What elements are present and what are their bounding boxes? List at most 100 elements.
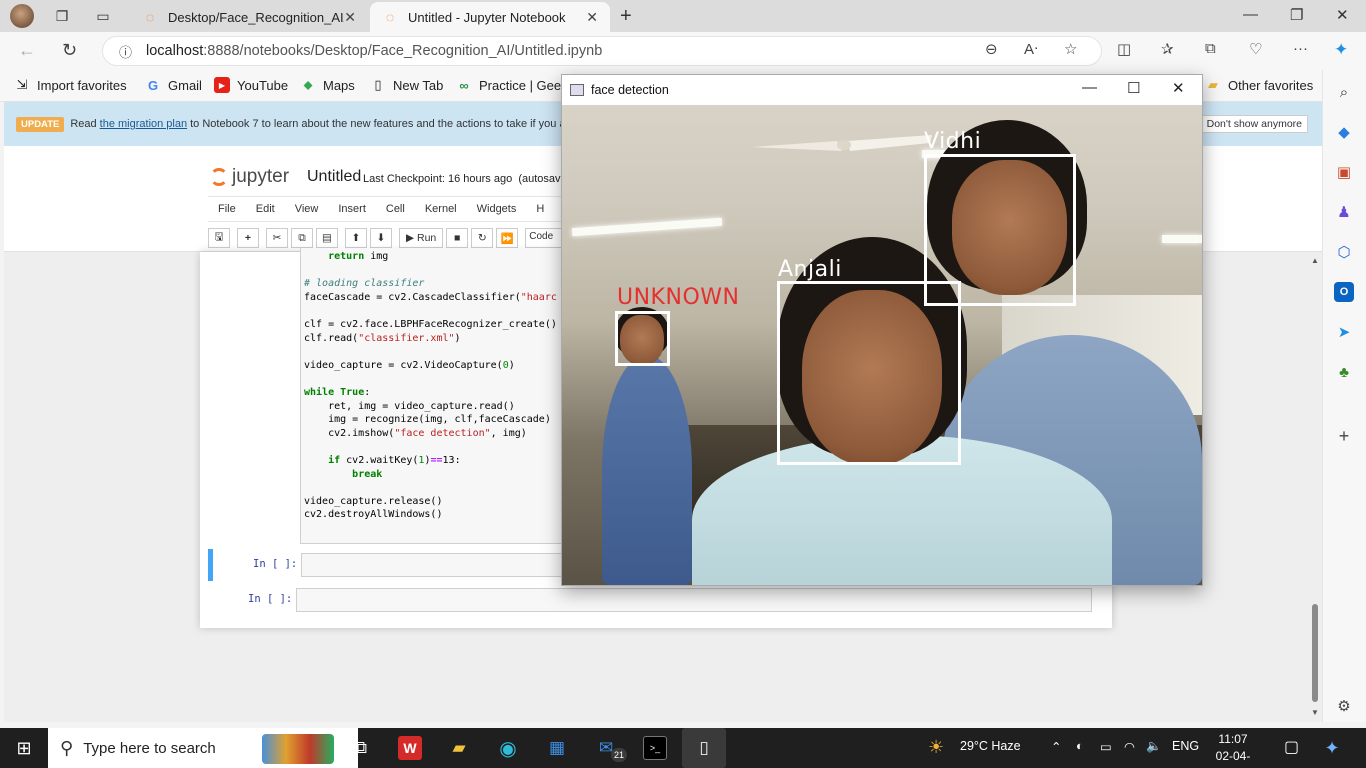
shopping-tag-icon[interactable]: ◆ <box>1334 122 1354 142</box>
battery-icon[interactable]: ▭ <box>1100 739 1112 754</box>
workspaces-icon[interactable]: ❐ <box>51 5 73 27</box>
edge-browser-icon[interactable]: ◉ <box>496 736 520 760</box>
microsoft-365-icon[interactable]: ⬡ <box>1334 242 1354 262</box>
scroll-up-arrow-icon[interactable]: ▲ <box>1311 256 1319 265</box>
copilot-icon[interactable]: ✦ <box>1334 40 1348 60</box>
task-view-icon[interactable]: ⧉ <box>349 736 373 760</box>
jupyter-logo[interactable]: jupyter <box>210 166 289 188</box>
tree-icon[interactable]: ♣ <box>1334 362 1354 382</box>
restore-window-button[interactable]: ❐ <box>1290 6 1303 24</box>
menu-edit[interactable]: Edit <box>246 203 285 215</box>
favorite-label: Other favorites <box>1228 77 1314 93</box>
interrupt-icon[interactable]: ■ <box>446 228 469 248</box>
favorites-icon[interactable]: ✰ <box>1161 40 1174 58</box>
favorite-star-icon[interactable]: ☆ <box>1064 40 1077 58</box>
copy-icon[interactable]: ⧉ <box>291 228 313 248</box>
run-button[interactable]: ▶ Run <box>399 228 444 248</box>
zoom-out-icon[interactable]: ⊖ <box>985 40 998 58</box>
add-sidebar-app-icon[interactable]: + <box>1334 426 1354 446</box>
tab-notebook[interactable]: ◌ Untitled - Jupyter Notebook ✕ <box>370 2 610 32</box>
menu-help[interactable]: H <box>526 203 554 215</box>
tab-actions-icon[interactable]: ▭ <box>92 5 114 27</box>
send-icon[interactable]: ➤ <box>1334 322 1354 342</box>
minimize-window-button[interactable]: — <box>1243 6 1258 23</box>
menu-kernel[interactable]: Kernel <box>415 203 467 215</box>
face-detection-titlebar[interactable]: face detection — ☐ ✕ <box>562 75 1202 105</box>
collections-icon[interactable]: ⧉ <box>1205 40 1216 57</box>
favorite-label: Gmail <box>168 77 202 93</box>
camera-feed: UNKNOWN Anjali Vidhi <box>562 105 1202 585</box>
wps-office-icon[interactable]: W <box>398 736 422 760</box>
favorite-new-tab[interactable]: ▯ New Tab <box>370 77 443 93</box>
close-window-button[interactable]: ✕ <box>1172 79 1185 97</box>
games-icon[interactable]: ♟ <box>1334 202 1354 222</box>
volume-icon[interactable]: 🔈 <box>1146 739 1162 754</box>
page-scrollbar[interactable]: ▲ ▼ <box>1308 254 1322 720</box>
back-arrow-icon[interactable]: ← <box>18 40 36 61</box>
address-field[interactable]: ⓘ localhost:8888/notebooks/Desktop/Face_… <box>102 36 1102 66</box>
site-info-icon[interactable]: ⓘ <box>119 42 132 61</box>
read-aloud-icon[interactable]: Aᐧ <box>1024 40 1038 58</box>
profile-avatar[interactable] <box>10 4 34 28</box>
wifi-icon[interactable]: ◠ <box>1124 739 1135 754</box>
scrollbar-thumb[interactable] <box>1312 604 1318 702</box>
settings-gear-icon[interactable]: ⚙ <box>1334 696 1354 716</box>
search-highlight-icon[interactable] <box>262 734 334 764</box>
notebook-title[interactable]: Untitled <box>307 168 361 186</box>
save-icon[interactable]: 🖫 <box>208 228 230 248</box>
cut-icon[interactable]: ✂ <box>266 228 288 248</box>
windows-start-icon[interactable]: ⊞ <box>12 736 36 760</box>
menu-insert[interactable]: Insert <box>328 203 376 215</box>
refresh-icon[interactable]: ↻ <box>62 40 77 61</box>
split-screen-icon[interactable]: ◫ <box>1117 40 1131 58</box>
empty-code-cell[interactable] <box>296 588 1092 612</box>
restart-run-all-icon[interactable]: ⏩ <box>496 228 519 248</box>
menu-file[interactable]: File <box>208 203 246 215</box>
input-language[interactable]: ENG <box>1172 739 1199 753</box>
face-detection-window[interactable]: face detection — ☐ ✕ UNKNOWN Anjali Vidh… <box>561 74 1203 586</box>
migration-plan-link[interactable]: the migration plan <box>100 118 187 130</box>
minimize-window-button[interactable]: — <box>1082 79 1097 96</box>
system-clock[interactable]: 11:07 02-04-2024 <box>1204 731 1262 768</box>
favorite-maps[interactable]: ⬥ Maps <box>300 77 354 93</box>
copilot-taskbar-icon[interactable]: ✦ <box>1320 736 1344 760</box>
menu-view[interactable]: View <box>285 203 329 215</box>
weather-text[interactable]: 29°C Haze <box>960 739 1021 753</box>
scroll-down-arrow-icon[interactable]: ▼ <box>1311 708 1319 717</box>
outlook-icon[interactable]: O <box>1334 282 1354 302</box>
notebook-cell[interactable]: In [ ]: <box>208 584 1104 616</box>
tools-briefcase-icon[interactable]: ▣ <box>1334 162 1354 182</box>
menu-cell[interactable]: Cell <box>376 203 415 215</box>
file-explorer-icon[interactable]: ▰ <box>447 736 471 760</box>
maximize-window-button[interactable]: ☐ <box>1127 79 1140 97</box>
move-up-icon[interactable]: ⬆ <box>345 228 367 248</box>
favorite-geeks[interactable]: ∞ Practice | Geeks <box>456 77 574 93</box>
favorite-gmail[interactable]: G Gmail <box>145 77 202 93</box>
show-hidden-icons-icon[interactable]: ⌃ <box>1051 739 1061 754</box>
dont-show-anymore-button[interactable]: Don't show anymore <box>1200 115 1308 133</box>
close-tab-icon[interactable]: ✕ <box>586 9 598 26</box>
terminal-icon[interactable]: >_ <box>643 736 667 760</box>
browser-essentials-icon[interactable]: ♡ <box>1249 40 1262 58</box>
new-tab-button[interactable]: + <box>620 5 632 28</box>
favorite-import[interactable]: ⇲ Import favorites <box>14 77 127 93</box>
camera-in-use-icon[interactable]: ◐ <box>1076 739 1084 753</box>
search-icon[interactable]: ⌕ <box>1334 82 1354 102</box>
move-down-icon[interactable]: ⬇ <box>370 228 392 248</box>
close-window-button[interactable]: ✕ <box>1336 6 1349 24</box>
jupyter-wordmark: jupyter <box>232 166 290 187</box>
more-menu-icon[interactable]: ··· <box>1293 40 1308 57</box>
notifications-icon[interactable]: ▢ <box>1284 737 1299 757</box>
favorite-youtube[interactable]: ▶ YouTube <box>214 77 288 93</box>
tab-file-browser[interactable]: ◌ Desktop/Face_Recognition_AI/ ✕ <box>130 2 368 32</box>
microsoft-store-icon[interactable]: ▦ <box>545 736 569 760</box>
restart-icon[interactable]: ↻ <box>471 228 494 248</box>
opencv-window-taskbar-icon[interactable]: ▯ <box>682 728 726 768</box>
close-tab-icon[interactable]: ✕ <box>344 9 356 26</box>
other-favorites-folder[interactable]: ▰ Other favorites <box>1205 77 1313 93</box>
ceiling-fan <box>752 125 932 165</box>
insert-cell-icon[interactable]: + <box>237 228 259 248</box>
paste-icon[interactable]: ▤ <box>316 228 338 248</box>
weather-haze-icon[interactable]: ☀ <box>928 737 944 758</box>
menu-widgets[interactable]: Widgets <box>467 203 527 215</box>
